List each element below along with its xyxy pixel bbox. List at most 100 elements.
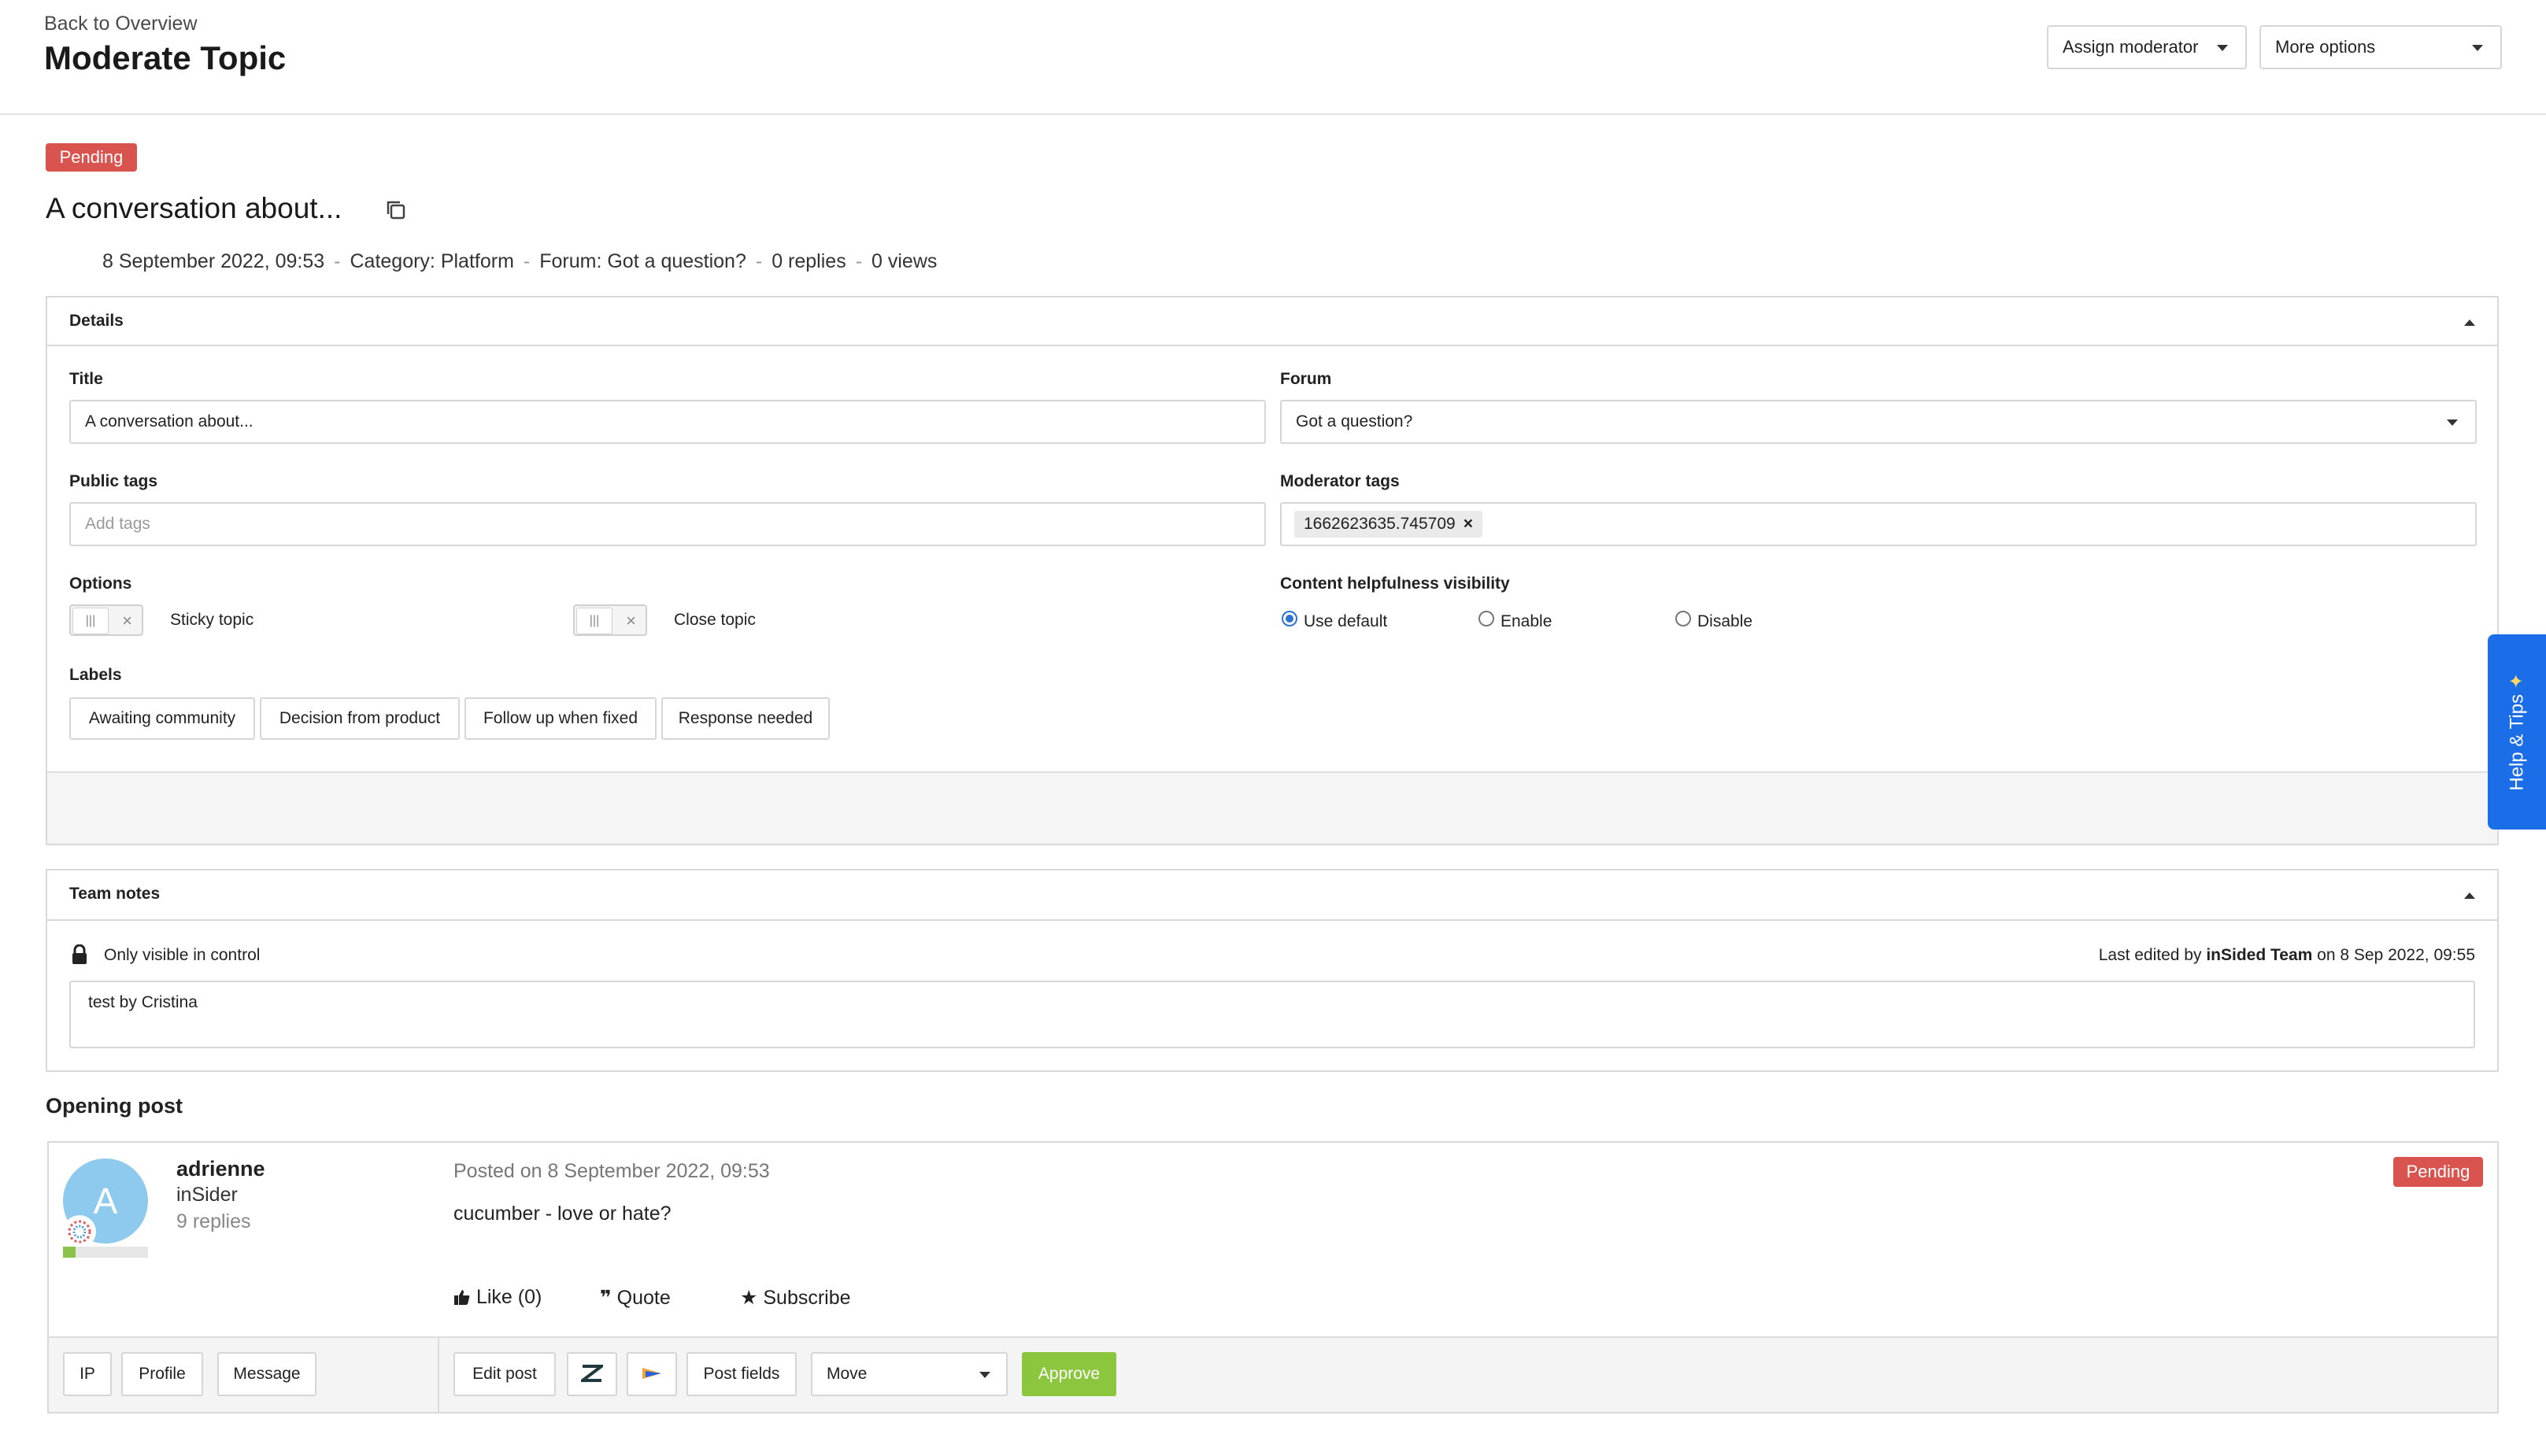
chevron-down-icon <box>2217 45 2228 51</box>
last-edited-info: Last edited by inSided Team on 8 Sep 202… <box>2098 946 2475 964</box>
labels-label: Labels <box>69 666 122 684</box>
back-to-overview-link[interactable]: Back to Overview <box>44 13 198 35</box>
helpfulness-disable-label[interactable]: Disable <box>1697 612 1752 631</box>
profile-button[interactable]: Profile <box>121 1352 203 1396</box>
topic-title: A conversation about... <box>46 192 342 224</box>
help-and-tips-label: Help & Tips ✦ <box>2506 673 2528 791</box>
assign-moderator-label: Assign moderator <box>2063 37 2199 57</box>
label-follow-up-when-fixed[interactable]: Follow up when fixed <box>464 697 657 740</box>
team-notes-panel: Team notes Only visible in control Last … <box>46 869 2499 1072</box>
chevron-down-icon <box>2447 419 2458 426</box>
footer-divider <box>438 1338 439 1414</box>
sticky-topic-label: Sticky topic <box>170 611 254 629</box>
page-title: Moderate Topic <box>44 39 287 76</box>
status-badge: Pending <box>46 143 137 172</box>
topic-replies: 0 replies <box>772 250 846 272</box>
author-role: inSider <box>176 1184 238 1206</box>
helpfulness-use-default-radio[interactable] <box>1282 611 1297 626</box>
chevron-up-icon <box>2464 892 2475 899</box>
details-panel-header[interactable]: Details <box>47 297 2497 346</box>
author-replies: 9 replies <box>176 1210 251 1232</box>
moderator-tags-input[interactable]: 1662623635.745709 × <box>1280 502 2477 546</box>
approve-button[interactable]: Approve <box>1022 1352 1116 1396</box>
sticky-topic-toggle[interactable]: ||| × <box>69 604 143 636</box>
public-tags-label: Public tags <box>69 472 158 490</box>
post-actions-footer: IP Profile Message Edit post Post fields… <box>49 1336 2497 1414</box>
helpfulness-disable-radio[interactable] <box>1675 611 1691 626</box>
integration-icon <box>641 1365 663 1383</box>
integration-button[interactable] <box>627 1352 677 1396</box>
helpfulness-enable-label[interactable]: Enable <box>1501 612 1552 631</box>
close-icon: × <box>626 611 636 630</box>
helpfulness-enable-radio[interactable] <box>1478 611 1494 626</box>
topic-views: 0 views <box>871 250 938 272</box>
options-label: Options <box>69 575 132 593</box>
post-body: cucumber - love or hate? <box>453 1203 672 1225</box>
opening-post-heading: Opening post <box>46 1094 183 1118</box>
ip-button[interactable]: IP <box>63 1352 112 1396</box>
topic-category: Category: Platform <box>350 250 514 272</box>
forum-select[interactable]: Got a question? <box>1280 400 2477 444</box>
thumbs-up-icon <box>453 1286 476 1308</box>
title-input[interactable]: A conversation about... <box>69 400 1266 444</box>
details-heading: Details <box>69 312 124 330</box>
rank-badge-icon <box>63 1215 96 1248</box>
visibility-note: Only visible in control <box>104 946 261 964</box>
zendesk-icon <box>578 1365 606 1383</box>
star-icon: ★ <box>740 1287 758 1309</box>
helpfulness-use-default-label[interactable]: Use default <box>1304 612 1387 631</box>
team-note-textarea[interactable]: test by Cristina <box>69 981 2475 1048</box>
copy-icon[interactable] <box>384 198 408 222</box>
close-topic-label: Close topic <box>674 611 756 629</box>
details-panel-footer <box>47 771 2497 844</box>
move-label: Move <box>827 1365 868 1383</box>
quote-icon: ❞ <box>600 1287 612 1309</box>
label-decision-from-product[interactable]: Decision from product <box>260 697 460 740</box>
more-options-label: More options <box>2275 37 2376 57</box>
topic-meta: 8 September 2022, 09:53- Category: Platfo… <box>102 250 938 272</box>
team-notes-heading: Team notes <box>69 885 161 903</box>
like-button[interactable]: Like (0) <box>453 1286 542 1309</box>
chevron-up-icon <box>2464 320 2475 326</box>
header-divider <box>0 113 2546 115</box>
chevron-down-icon <box>2472 45 2483 51</box>
remove-tag-icon[interactable]: × <box>1464 515 1473 533</box>
topic-date: 8 September 2022, 09:53 <box>102 250 325 272</box>
label-response-needed[interactable]: Response needed <box>661 697 830 740</box>
move-dropdown[interactable]: Move <box>811 1352 1008 1396</box>
details-panel: Details Title A conversation about... Fo… <box>46 296 2499 845</box>
author-name[interactable]: adrienne <box>176 1157 265 1181</box>
moderator-tag-chip: 1662623635.745709 × <box>1294 511 1482 538</box>
post-status-badge: Pending <box>2393 1157 2483 1187</box>
help-and-tips-tab[interactable]: Help & Tips ✦ <box>2488 634 2546 830</box>
helpfulness-label: Content helpfulness visibility <box>1280 575 1510 593</box>
last-edited-by: inSided Team <box>2206 946 2313 964</box>
lock-icon <box>71 944 88 965</box>
public-tags-input[interactable]: Add tags <box>69 502 1266 546</box>
quote-button[interactable]: ❞ Quote <box>600 1286 671 1310</box>
zendesk-button[interactable] <box>567 1352 617 1396</box>
title-label: Title <box>69 370 103 388</box>
forum-selected-value: Got a question? <box>1296 412 1413 431</box>
assign-moderator-dropdown[interactable]: Assign moderator <box>2047 25 2247 69</box>
edit-post-button[interactable]: Edit post <box>453 1352 556 1396</box>
toggle-handle-icon: ||| <box>72 608 109 634</box>
subscribe-button[interactable]: ★ Subscribe <box>740 1286 851 1310</box>
post-fields-button[interactable]: Post fields <box>686 1352 797 1396</box>
forum-label: Forum <box>1280 370 1332 388</box>
post-timestamp: Posted on 8 September 2022, 09:53 <box>453 1160 770 1182</box>
moderator-tags-label: Moderator tags <box>1280 472 1400 490</box>
topic-forum: Forum: Got a question? <box>539 250 746 272</box>
close-topic-toggle[interactable]: ||| × <box>573 604 647 636</box>
message-button[interactable]: Message <box>217 1352 316 1396</box>
rank-progress-fill <box>63 1247 76 1258</box>
toggle-handle-icon: ||| <box>576 608 612 634</box>
team-notes-header[interactable]: Team notes <box>47 870 2497 921</box>
close-icon: × <box>122 611 132 630</box>
more-options-dropdown[interactable]: More options <box>2259 25 2502 69</box>
label-awaiting-community[interactable]: Awaiting community <box>69 697 255 740</box>
chevron-down-icon <box>979 1372 990 1378</box>
moderator-tag-text: 1662623635.745709 <box>1304 515 1456 533</box>
rank-progress-bar <box>63 1247 148 1258</box>
opening-post-card: A adrienne inSider 9 replies Posted on 8… <box>47 1141 2499 1414</box>
